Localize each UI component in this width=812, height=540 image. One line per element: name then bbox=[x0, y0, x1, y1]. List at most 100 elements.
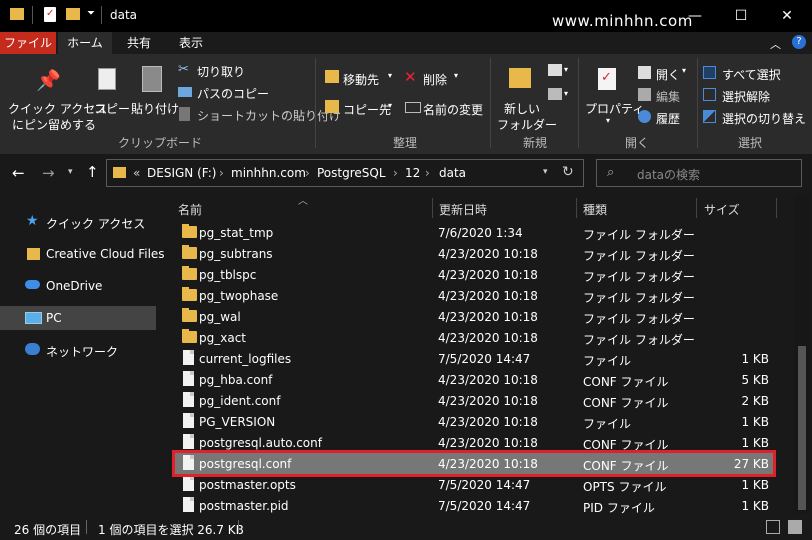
group-separator bbox=[697, 58, 698, 148]
file-icon bbox=[183, 392, 194, 407]
edit-button[interactable]: 編集 bbox=[638, 86, 692, 106]
move-to-icon bbox=[325, 70, 339, 83]
chevron-right-icon[interactable]: › bbox=[393, 166, 398, 180]
file-row[interactable]: pg_ident.conf 4/23/2020 10:18 CONF ファイル 2 K… bbox=[172, 390, 776, 411]
large-icons-view-icon[interactable] bbox=[788, 520, 802, 534]
chevron-right-icon[interactable]: › bbox=[219, 166, 224, 180]
copy-to-label: コピー先 bbox=[343, 103, 392, 117]
back-button[interactable]: ← bbox=[12, 164, 25, 182]
file-row[interactable]: pg_subtrans 4/23/2020 10:18 ファイル フォルダー bbox=[172, 243, 776, 264]
delete-label: 削除 bbox=[423, 73, 448, 87]
nav-item-pc[interactable]: PC bbox=[0, 306, 156, 330]
rename-button[interactable]: 名前の変更 bbox=[404, 98, 486, 118]
file-icon bbox=[183, 476, 194, 491]
crumb-minhhn[interactable]: minhhn.com bbox=[231, 166, 306, 180]
properties-button[interactable]: ✓ プロパティ ▾ bbox=[582, 58, 644, 130]
chevron-right-icon[interactable]: › bbox=[305, 166, 310, 180]
new-folder-quick-icon[interactable] bbox=[66, 8, 80, 20]
status-selection: 1 個の項目を選択 26.7 KB bbox=[98, 523, 244, 537]
dropdown-arrow-icon: ▾ bbox=[454, 71, 459, 80]
address-dropdown-icon[interactable]: ▾ bbox=[543, 167, 548, 177]
copy-to-button[interactable]: コピー先 ▾ bbox=[322, 98, 398, 118]
nav-item-creative-cloud[interactable]: Creative Cloud Files bbox=[0, 242, 165, 266]
crumb-postgresql[interactable]: PostgreSQL bbox=[317, 166, 386, 180]
file-type: PID ファイル bbox=[583, 501, 655, 515]
up-button[interactable]: ↑ bbox=[86, 163, 99, 181]
file-row[interactable]: current_logfiles 7/5/2020 14:47 ファイル 1 KB bbox=[172, 348, 776, 369]
nav-item-network[interactable]: ネットワーク bbox=[0, 338, 156, 362]
scrollbar-thumb[interactable] bbox=[798, 346, 806, 510]
properties-icon: ✓ bbox=[598, 68, 616, 90]
file-row[interactable]: pg_wal 4/23/2020 10:18 ファイル フォルダー bbox=[172, 306, 776, 327]
file-row[interactable]: pg_hba.conf 4/23/2020 10:18 CONF ファイル 5 KB bbox=[172, 369, 776, 390]
maximize-button[interactable]: ☐ bbox=[718, 0, 764, 32]
tab-home[interactable]: ホーム bbox=[58, 32, 112, 54]
overflow-crumbs[interactable]: « bbox=[133, 166, 140, 180]
file-type: ファイル bbox=[583, 417, 632, 431]
properties-quick-icon[interactable]: ✓ bbox=[44, 7, 56, 22]
tab-share[interactable]: 共有 bbox=[114, 32, 164, 54]
minimize-button[interactable]: — bbox=[672, 0, 718, 32]
nav-label: クイック アクセス bbox=[46, 217, 146, 231]
refresh-icon[interactable]: ↻ bbox=[562, 164, 574, 180]
crumb-drive[interactable]: DESIGN (F:) bbox=[147, 166, 216, 180]
customize-qat-icon[interactable]: ⏷ bbox=[87, 8, 95, 19]
new-folder-button[interactable]: 新しい フォルダー bbox=[494, 58, 557, 132]
easy-access-icon bbox=[548, 88, 562, 100]
pc-icon bbox=[25, 312, 42, 324]
open-button[interactable]: 開く ▾ bbox=[638, 64, 692, 84]
file-row[interactable]: pg_tblspc 4/23/2020 10:18 ファイル フォルダー bbox=[172, 264, 776, 285]
collapse-ribbon-icon[interactable]: ︿ bbox=[770, 36, 781, 52]
cut-button[interactable]: ✂ 切り取り bbox=[178, 62, 308, 80]
nav-item-quick-access[interactable]: ★ クイック アクセス bbox=[0, 210, 156, 234]
delete-button[interactable]: ✕ 削除 ▾ bbox=[404, 68, 464, 88]
chevron-right-icon[interactable]: › bbox=[425, 166, 430, 180]
crumb-data[interactable]: data bbox=[439, 166, 466, 180]
copy-path-button[interactable]: パスのコピー bbox=[178, 84, 308, 102]
column-divider[interactable] bbox=[696, 198, 697, 218]
open-icon bbox=[638, 66, 651, 79]
file-row[interactable]: pg_stat_tmp 7/6/2020 1:34 ファイル フォルダー bbox=[172, 222, 776, 243]
file-row[interactable]: postmaster.opts 7/5/2020 14:47 OPTS ファイル 1 … bbox=[172, 474, 776, 495]
dropdown-arrow-icon: ▾ bbox=[388, 101, 393, 110]
details-view-icon[interactable] bbox=[766, 520, 780, 534]
select-none-button[interactable]: 選択解除 bbox=[702, 86, 808, 106]
file-row[interactable]: pg_twophase 4/23/2020 10:18 ファイル フォルダー bbox=[172, 285, 776, 306]
paste-button[interactable]: 貼り付け bbox=[128, 58, 179, 130]
crumb-12[interactable]: 12 bbox=[405, 166, 420, 180]
tab-file[interactable]: ファイル bbox=[0, 32, 56, 54]
close-button[interactable]: ✕ bbox=[764, 0, 810, 32]
copy-path-label: パスのコピー bbox=[197, 87, 270, 101]
address-row: ← → ▾ ↑ « DESIGN (F:) › minhhn.com › Pos… bbox=[0, 154, 812, 192]
invert-selection-button[interactable]: 選択の切り替え bbox=[702, 108, 810, 128]
paste-shortcut-button[interactable]: ショートカットの貼り付け bbox=[178, 106, 341, 124]
help-icon[interactable]: ? bbox=[792, 35, 806, 49]
column-divider[interactable] bbox=[432, 198, 433, 218]
file-row[interactable]: PG_VERSION 4/23/2020 10:18 ファイル 1 KB bbox=[172, 411, 776, 432]
select-all-button[interactable]: すべて選択 bbox=[702, 64, 808, 84]
column-divider[interactable] bbox=[576, 198, 577, 218]
recent-locations-button[interactable]: ▾ bbox=[68, 167, 73, 177]
move-to-label: 移動先 bbox=[343, 73, 380, 87]
edit-label: 編集 bbox=[656, 90, 681, 104]
address-bar[interactable]: « DESIGN (F:) › minhhn.com › PostgreSQL … bbox=[106, 159, 584, 187]
tab-view[interactable]: 表示 bbox=[166, 32, 216, 54]
folder-icon bbox=[182, 329, 197, 343]
file-name: pg_xact bbox=[199, 331, 246, 345]
file-size: 1 KB bbox=[741, 415, 769, 429]
column-divider[interactable] bbox=[776, 198, 777, 218]
search-input[interactable]: ⌕ dataの検索 bbox=[596, 159, 802, 187]
move-to-button[interactable]: 移動先 ▾ bbox=[322, 68, 398, 88]
history-button[interactable]: 履歴 bbox=[638, 108, 692, 128]
file-size: 2 KB bbox=[741, 394, 769, 408]
file-row[interactable]: pg_xact 4/23/2020 10:18 ファイル フォルダー bbox=[172, 327, 776, 348]
forward-button[interactable]: → bbox=[42, 164, 55, 182]
nav-item-onedrive[interactable]: OneDrive bbox=[0, 274, 156, 298]
vertical-scrollbar[interactable] bbox=[794, 196, 810, 514]
easy-access-button[interactable]: ▾ bbox=[548, 88, 572, 106]
copy-button[interactable]: コピー bbox=[90, 58, 130, 130]
pin-quick-access-button[interactable]: 📌 クイック アクセス にピン留めする bbox=[2, 58, 107, 132]
new-item-button[interactable]: ▾ bbox=[548, 64, 572, 82]
file-row[interactable]: postmaster.pid 7/5/2020 14:47 PID ファイル 1 KB bbox=[172, 495, 776, 516]
paste-shortcut-icon bbox=[179, 107, 190, 121]
